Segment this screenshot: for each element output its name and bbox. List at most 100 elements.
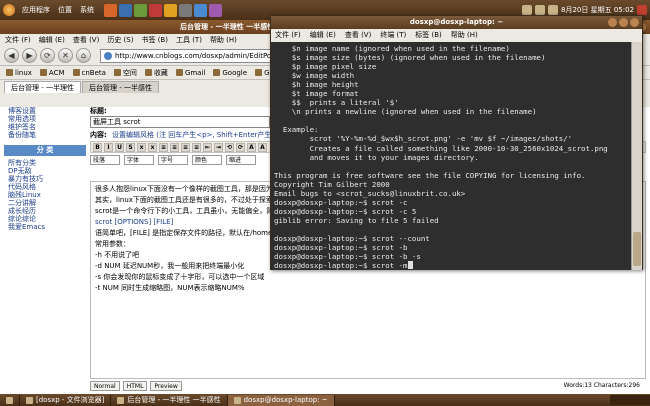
volume-icon[interactable]: [535, 5, 546, 15]
forward-icon[interactable]: ▶: [22, 48, 37, 63]
underline-button[interactable]: U: [115, 142, 124, 152]
clock[interactable]: 8月20日 星期五 05:02: [561, 5, 634, 15]
folder-icon: [39, 69, 47, 76]
title-input[interactable]: 截屏工具 scrot: [90, 116, 270, 128]
minimize-icon[interactable]: [608, 18, 617, 27]
color-select[interactable]: 颜色: [192, 155, 222, 165]
bookmark-item[interactable]: Google: [213, 69, 247, 77]
sidebar-link[interactable]: 维护签名: [4, 123, 86, 131]
bookmark-item[interactable]: Gmail: [175, 69, 205, 77]
redo-button[interactable]: ⟳: [236, 142, 245, 152]
task-firefox[interactable]: 后台管理 - 一半理性 一半感性: [111, 394, 228, 406]
outdent-button[interactable]: ⇤: [203, 142, 212, 152]
show-desktop-icon[interactable]: [0, 394, 20, 406]
term-menu-edit[interactable]: 编辑 (E): [310, 29, 336, 42]
media-launcher-icon[interactable]: [209, 3, 222, 17]
editor-launcher-icon[interactable]: [194, 3, 207, 17]
close-icon[interactable]: [630, 18, 639, 27]
strike-button[interactable]: S: [126, 142, 135, 152]
terminal-text: $n image name (ignored when used in the …: [274, 44, 608, 270]
mail-launcher-icon[interactable]: [119, 3, 132, 17]
indent-select[interactable]: 缩进: [226, 155, 256, 165]
size-select[interactable]: 字号: [158, 155, 188, 165]
paragraph-select[interactable]: 段落: [90, 155, 120, 165]
terminal-launcher-icon[interactable]: [179, 3, 192, 17]
term-menu-terminal[interactable]: 终端 (T): [380, 29, 406, 42]
category-link[interactable]: 综论综论: [4, 215, 86, 223]
menu-file[interactable]: 文件 (F): [5, 35, 31, 45]
highlight-button[interactable]: A: [258, 142, 267, 152]
task-file-browser[interactable]: [dosxp - 文件浏览器]: [20, 394, 112, 406]
url-text[interactable]: http://www.cnblogs.com/dosxp/admin/EditP…: [115, 52, 288, 60]
power-icon[interactable]: [637, 5, 647, 15]
superscript-button[interactable]: x: [148, 142, 157, 152]
undo-button[interactable]: ⟲: [225, 142, 234, 152]
qq-launcher-icon[interactable]: [164, 3, 177, 17]
mail-icon[interactable]: [548, 5, 559, 15]
mode-normal-button[interactable]: Normal: [90, 381, 120, 391]
menu-edit[interactable]: 编辑 (E): [39, 35, 65, 45]
system-menu[interactable]: 系统: [76, 5, 98, 15]
bookmark-item[interactable]: ACM: [39, 69, 65, 77]
back-icon[interactable]: ◀: [4, 48, 19, 63]
bold-button[interactable]: B: [93, 142, 102, 152]
indent-button[interactable]: ⇥: [214, 142, 223, 152]
maximize-icon[interactable]: [619, 18, 628, 27]
sidebar-link[interactable]: 常用选项: [4, 115, 86, 123]
bookmark-item[interactable]: 空间: [113, 68, 137, 78]
reload-icon[interactable]: ⟳: [40, 48, 55, 63]
category-link[interactable]: 二分讲解: [4, 199, 86, 207]
subscript-button[interactable]: x: [137, 142, 146, 152]
sidebar-link[interactable]: 博客设置: [4, 107, 86, 115]
places-menu[interactable]: 位置: [54, 5, 76, 15]
tab-admin-1[interactable]: 后台管理 - 一半理性: [4, 81, 81, 93]
category-link[interactable]: 成长经历: [4, 207, 86, 215]
menu-history[interactable]: 历史 (S): [107, 35, 133, 45]
font-color-button[interactable]: A: [247, 142, 256, 152]
term-menu-help[interactable]: 帮助 (H): [451, 29, 478, 42]
category-link[interactable]: 代码风格: [4, 183, 86, 191]
stop-icon[interactable]: ✕: [58, 48, 73, 63]
term-menu-view[interactable]: 查看 (V): [345, 29, 371, 42]
category-link[interactable]: 所有分类: [4, 159, 86, 167]
align-right-button[interactable]: ≡: [181, 142, 190, 152]
category-link[interactable]: 脑残Linux: [4, 191, 86, 199]
menu-tools[interactable]: 工具 (T): [176, 35, 202, 45]
network-icon[interactable]: [522, 5, 533, 15]
terminal-title: dosxp@dosxp-laptop: ~: [409, 18, 504, 26]
sidebar-link[interactable]: 备份随笔: [4, 131, 86, 139]
menu-bookmarks[interactable]: 书签 (B): [141, 35, 168, 45]
help-launcher-icon[interactable]: [134, 3, 147, 17]
workspace-switcher[interactable]: [610, 395, 650, 405]
category-link[interactable]: 我爱Emacs: [4, 223, 86, 231]
font-select[interactable]: 字体: [124, 155, 154, 165]
align-center-button[interactable]: ≡: [170, 142, 179, 152]
bookmark-item[interactable]: linux: [6, 69, 32, 77]
term-menu-tabs[interactable]: 标签 (B): [415, 29, 442, 42]
ubuntu-logo-icon[interactable]: [3, 4, 15, 16]
google-icon: [255, 69, 263, 76]
bookmark-item[interactable]: 收藏: [144, 68, 168, 78]
justify-button[interactable]: ≡: [192, 142, 201, 152]
menu-help[interactable]: 帮助 (H): [210, 35, 237, 45]
category-link[interactable]: DP无敌: [4, 167, 86, 175]
mode-html-button[interactable]: HTML: [122, 381, 148, 391]
term-menu-file[interactable]: 文件 (F): [275, 29, 301, 42]
home-icon[interactable]: ⌂: [76, 48, 91, 63]
scrollbar-thumb[interactable]: [633, 232, 641, 266]
tab-admin-2[interactable]: 后台管理 - 一半感性: [81, 81, 159, 93]
mode-preview-button[interactable]: Preview: [150, 381, 182, 391]
italic-button[interactable]: I: [104, 142, 113, 152]
task-terminal[interactable]: dosxp@dosxp-laptop: ~: [227, 394, 335, 406]
terminal-output[interactable]: $n image name (ignored when used in the …: [271, 42, 633, 270]
bookmark-item[interactable]: cnBeta: [72, 69, 106, 77]
app-launcher-icon[interactable]: [149, 3, 162, 17]
menu-view[interactable]: 查看 (V): [73, 35, 99, 45]
applications-menu[interactable]: 应用程序: [18, 5, 54, 15]
category-link[interactable]: 暴力有技巧: [4, 175, 86, 183]
terminal-scrollbar[interactable]: [631, 42, 642, 270]
firefox-launcher-icon[interactable]: [104, 3, 117, 17]
align-left-button[interactable]: ≡: [159, 142, 168, 152]
terminal-window: dosxp@dosxp-laptop: ~ 文件 (F) 编辑 (E) 查看 (…: [270, 15, 643, 270]
editor-style-link[interactable]: 设置编辑风格 (注 回车产生<p>, Shift+Enter产生<br>): [112, 131, 293, 139]
